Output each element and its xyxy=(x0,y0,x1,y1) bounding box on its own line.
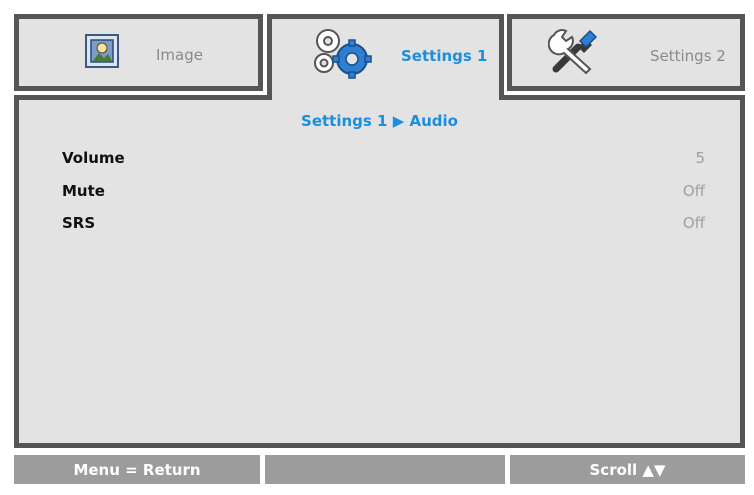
menu-row-volume[interactable]: Volume 5 xyxy=(62,149,705,171)
tab-settings-1-label: Settings 1 xyxy=(401,47,488,65)
footer-scroll: Scroll ▲▼ xyxy=(510,455,745,484)
image-icon xyxy=(85,34,119,72)
menu-row-srs[interactable]: SRS Off xyxy=(62,214,705,236)
row-value: 5 xyxy=(695,149,705,167)
footer-menu-return: Menu = Return xyxy=(14,455,260,484)
tab-image-label: Image xyxy=(156,46,203,64)
tab-settings-2-label: Settings 2 xyxy=(650,47,726,65)
tab-image[interactable]: Image xyxy=(14,14,263,91)
breadcrumb: Settings 1 ▶ Audio xyxy=(301,112,458,130)
menu-row-mute[interactable]: Mute Off xyxy=(62,182,705,204)
tab-settings-2[interactable]: Settings 2 xyxy=(507,14,745,91)
footer-middle xyxy=(265,455,505,484)
gears-icon xyxy=(310,25,372,85)
row-label: SRS xyxy=(62,214,96,232)
row-label: Mute xyxy=(62,182,105,200)
tab-settings-1[interactable]: Settings 1 xyxy=(267,14,504,100)
row-value: Off xyxy=(682,214,705,232)
row-value: Off xyxy=(682,182,705,200)
tools-icon xyxy=(547,25,600,81)
settings-panel: Settings 1 ▶ Audio Volume 5 Mute Off SRS… xyxy=(14,95,745,448)
row-label: Volume xyxy=(62,149,125,167)
